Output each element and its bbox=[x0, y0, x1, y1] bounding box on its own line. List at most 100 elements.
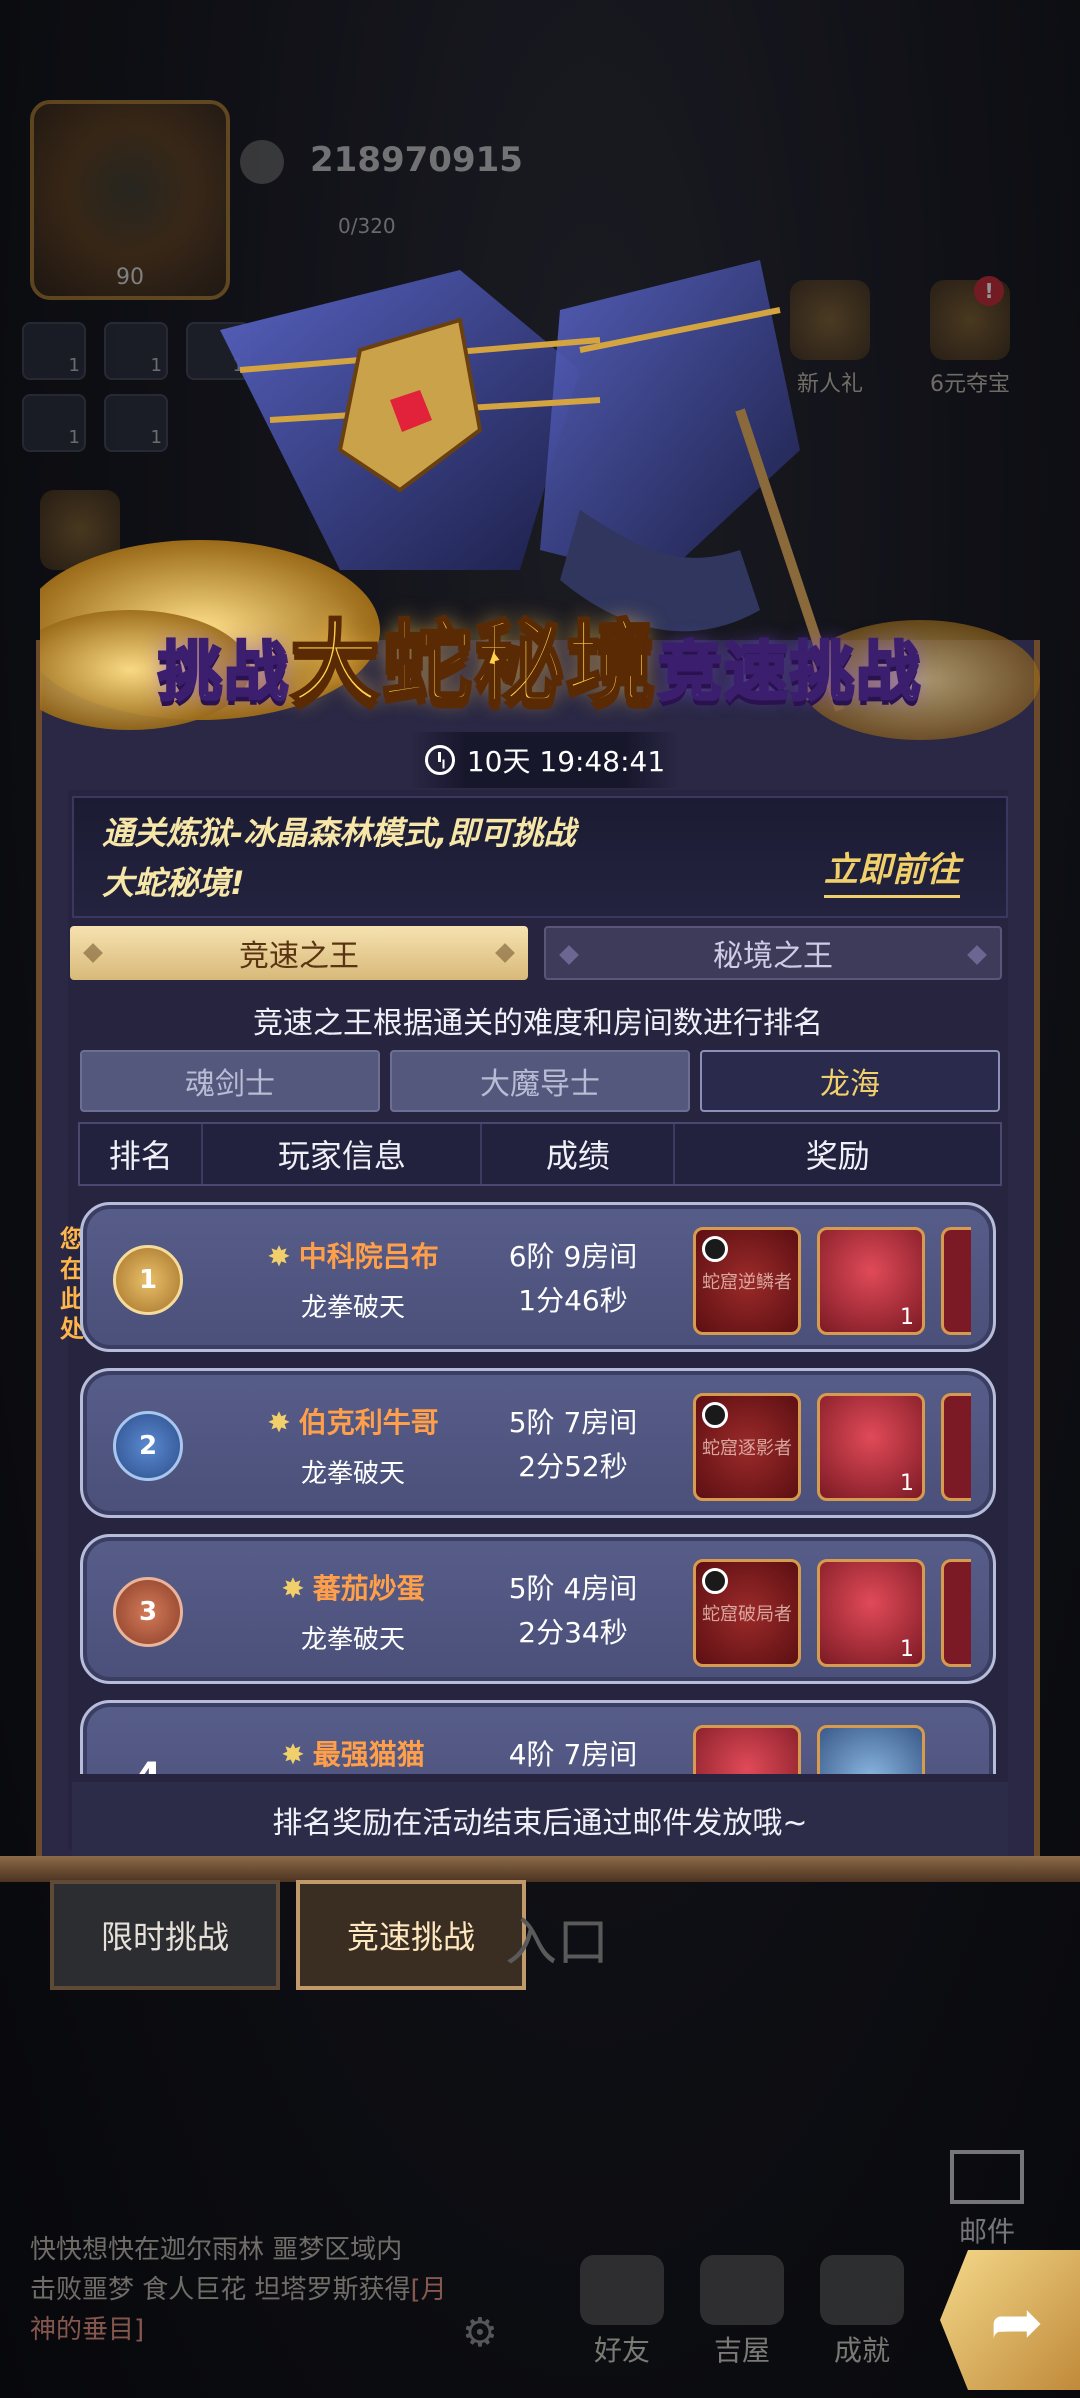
chest-reward[interactable]: 1 bbox=[817, 1393, 925, 1501]
player-name[interactable]: ✸ 伯克利牛哥 bbox=[233, 1401, 473, 1441]
table-row[interactable]: 3 ✸ 蕃茄炒蛋 龙拳破天 5阶 4房间 2分34秒 蛇窟破局者 1 bbox=[80, 1534, 996, 1684]
rank-medal: 3 bbox=[113, 1577, 183, 1647]
panel-bottom-bar bbox=[0, 1856, 1080, 1882]
title-reward[interactable]: 蛇窟逆鳞者 bbox=[693, 1227, 801, 1335]
notice-text: 通关炼狱-冰晶森林模式,即可挑战 大蛇秘境! bbox=[102, 808, 702, 908]
score: 4阶 7房间 bbox=[473, 1733, 673, 1774]
player-name[interactable]: ✸ 蕃茄炒蛋 bbox=[233, 1567, 473, 1607]
stage-text: 5阶 7房间 bbox=[508, 1406, 638, 1439]
broadcast-line: 快快想快在迦尔雨林 噩梦区域内 bbox=[30, 2235, 403, 2265]
header-rank: 排名 bbox=[80, 1124, 204, 1184]
stage-text: 4阶 7房间 bbox=[508, 1738, 638, 1771]
chest-reward[interactable]: 1 bbox=[817, 1559, 925, 1667]
title-reward[interactable]: 蛇窟破局者 bbox=[693, 1559, 801, 1667]
clock-icon bbox=[702, 1568, 728, 1594]
title-star-icon: ✸ bbox=[267, 1240, 291, 1273]
stage-text: 5阶 4房间 bbox=[508, 1572, 638, 1605]
tab-label: 竞速之王 bbox=[239, 939, 359, 974]
ranking-list[interactable]: 1 ✸ 中科院吕布 龙拳破天 6阶 9房间 1分46秒 蛇窟逆鳞者 1 2 ✸ 伯克… bbox=[70, 1194, 1006, 1774]
diamond-icon bbox=[967, 945, 987, 965]
power-value: 218970915 bbox=[310, 140, 523, 180]
diamond-icon bbox=[83, 943, 103, 963]
reward-item[interactable] bbox=[817, 1725, 925, 1774]
title-prefix: 挑战 bbox=[157, 635, 290, 712]
class-tab-soul-swordsman[interactable]: 魂剑士 bbox=[80, 1050, 380, 1112]
reward-item[interactable] bbox=[693, 1725, 801, 1774]
nav-label: 吉屋 bbox=[713, 2334, 770, 2367]
header-player: 玩家信息 bbox=[203, 1124, 483, 1184]
countdown: 10天 19:48:41 bbox=[410, 732, 680, 788]
player-info: ✸ 伯克利牛哥 龙拳破天 bbox=[233, 1401, 473, 1490]
ranking-description: 竞速之王根据通关的难度和房间数进行排名 bbox=[253, 1006, 823, 1041]
countdown-text: 10天 19:48:41 bbox=[466, 745, 666, 778]
trophy-icon bbox=[820, 2255, 904, 2325]
background-entry-text: 入口 bbox=[505, 1913, 610, 1973]
tab-speed-challenge[interactable]: 竞速挑战 bbox=[296, 1880, 526, 1990]
player-name[interactable]: ✸ 中科院吕布 bbox=[233, 1235, 473, 1275]
rank-medal: 2 bbox=[113, 1411, 183, 1481]
extra-reward[interactable] bbox=[941, 1559, 971, 1667]
player-info: ✸ 中科院吕布 龙拳破天 bbox=[233, 1235, 473, 1324]
go-now-link[interactable]: 立即前往 bbox=[824, 842, 960, 898]
mail-icon bbox=[950, 2150, 1024, 2204]
mail-label: 邮件 bbox=[958, 2215, 1015, 2248]
clock-icon bbox=[702, 1236, 728, 1262]
time-text: 1分46秒 bbox=[518, 1284, 628, 1317]
header-score: 成绩 bbox=[482, 1124, 676, 1184]
title-reward-text: 蛇窟逆鳞者 bbox=[702, 1272, 792, 1293]
mail-button[interactable]: 邮件 bbox=[950, 2150, 1024, 2250]
player-class: 龙拳破天 bbox=[300, 1293, 405, 1323]
player-info: ✸ 最强猫猫 bbox=[233, 1733, 473, 1773]
share-arrow-icon: ➦ bbox=[990, 2286, 1044, 2360]
player-info: ✸ 蕃茄炒蛋 龙拳破天 bbox=[233, 1567, 473, 1656]
score: 6阶 9房间 1分46秒 bbox=[473, 1235, 673, 1323]
power-icon bbox=[240, 140, 284, 184]
diamond-icon bbox=[559, 945, 579, 965]
extra-reward[interactable] bbox=[941, 1393, 971, 1501]
table-row[interactable]: 2 ✸ 伯克利牛哥 龙拳破天 5阶 7房间 2分52秒 蛇窟逐影者 1 bbox=[80, 1368, 996, 1518]
title-main: 大蛇秘境 bbox=[289, 610, 658, 718]
title-reward-text: 蛇窟逐影者 bbox=[702, 1438, 792, 1459]
title-suffix: 竞速挑战 bbox=[657, 635, 922, 712]
broadcast-line: 神的垂目] bbox=[30, 2315, 145, 2345]
house-icon bbox=[700, 2255, 784, 2325]
share-button[interactable]: ➦ bbox=[940, 2250, 1080, 2390]
reward-count: 1 bbox=[900, 1637, 914, 1662]
notice-line: 大蛇秘境! bbox=[102, 864, 245, 902]
nav-achievement[interactable]: 成就 bbox=[820, 2255, 904, 2369]
title-reward[interactable]: 蛇窟逐影者 bbox=[693, 1393, 801, 1501]
player-name[interactable]: ✸ 最强猫猫 bbox=[233, 1733, 473, 1773]
player-class: 龙拳破天 bbox=[300, 1459, 405, 1489]
time-text: 2分34秒 bbox=[518, 1616, 628, 1649]
nav-label: 成就 bbox=[833, 2334, 890, 2367]
event-title: 挑战大蛇秘境竞速挑战 bbox=[0, 590, 1080, 720]
settings-gear-icon[interactable]: ⚙ bbox=[462, 2310, 498, 2356]
chest-reward[interactable]: 1 bbox=[817, 1227, 925, 1335]
friends-icon bbox=[580, 2255, 664, 2325]
score: 5阶 7房间 2分52秒 bbox=[473, 1401, 673, 1489]
nav-friends[interactable]: 好友 bbox=[580, 2255, 664, 2369]
nav-house[interactable]: 吉屋 bbox=[700, 2255, 784, 2369]
rank-number: 4 bbox=[113, 1743, 183, 1774]
title-reward-text: 蛇窟破局者 bbox=[702, 1604, 792, 1625]
world-broadcast[interactable]: 快快想快在迦尔雨林 噩梦区域内 击败噩梦 食人巨花 坦塔罗斯获得[月 神的垂目] bbox=[30, 2230, 470, 2350]
clock-icon bbox=[424, 745, 455, 775]
notice-line: 通关炼狱-冰晶森林模式,即可挑战 bbox=[102, 814, 576, 852]
title-star-icon: ✸ bbox=[267, 1406, 291, 1439]
table-row[interactable]: 1 ✸ 中科院吕布 龙拳破天 6阶 9房间 1分46秒 蛇窟逆鳞者 1 bbox=[80, 1202, 996, 1352]
score: 5阶 4房间 2分34秒 bbox=[473, 1567, 673, 1655]
rank-medal: 1 bbox=[113, 1245, 183, 1315]
tab-speed-king[interactable]: 竞速之王 bbox=[70, 926, 528, 980]
table-row[interactable]: 4 ✸最强猫猫 4阶 7房间 bbox=[80, 1700, 996, 1774]
nav-label: 好友 bbox=[593, 2334, 650, 2367]
class-tab-dragon-sea[interactable]: 龙海 bbox=[700, 1050, 1000, 1112]
reward-count: 1 bbox=[900, 1471, 914, 1496]
clock-icon bbox=[702, 1402, 728, 1428]
tab-limited-challenge[interactable]: 限时挑战 bbox=[50, 1880, 280, 1990]
extra-reward[interactable] bbox=[941, 1227, 971, 1335]
diamond-icon bbox=[495, 943, 515, 963]
tab-label: 秘境之王 bbox=[713, 939, 833, 974]
tab-realm-king[interactable]: 秘境之王 bbox=[544, 926, 1002, 980]
class-tab-archmage[interactable]: 大魔导士 bbox=[390, 1050, 690, 1112]
title-star-icon: ✸ bbox=[281, 1738, 305, 1771]
